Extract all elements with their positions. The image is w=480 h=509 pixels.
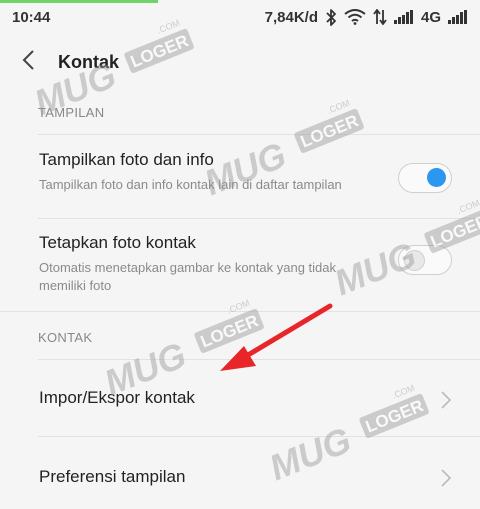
setting-title: Preferensi tampilan xyxy=(39,467,186,486)
section-divider xyxy=(0,311,480,312)
status-icons: 7,84K/d 4G xyxy=(265,9,468,26)
chevron-left-icon xyxy=(21,49,35,76)
wifi-icon xyxy=(344,9,366,25)
section-label-kontak: KONTAK xyxy=(38,330,93,345)
svg-text:.COM: .COM xyxy=(226,298,252,316)
setting-assign-photo[interactable]: Tetapkan foto kontak Otomatis menetapkan… xyxy=(0,219,480,299)
network-type: 4G xyxy=(420,8,441,26)
toggle-assign-photo[interactable] xyxy=(398,245,452,275)
network-speed: 7,84K/d xyxy=(264,8,318,26)
setting-subtitle: Otomatis menetapkan gambar ke kontak yan… xyxy=(39,260,336,293)
chevron-right-icon xyxy=(440,468,452,488)
toggle-show-photo-info[interactable] xyxy=(398,163,452,193)
status-bar: 10:44 7,84K/d 4G xyxy=(0,0,480,34)
setting-display-preferences[interactable]: Preferensi tampilan xyxy=(0,437,480,509)
setting-title: Tetapkan foto kontak xyxy=(39,233,196,252)
header: Kontak xyxy=(0,34,480,90)
setting-title: Impor/Ekspor kontak xyxy=(39,388,195,407)
setting-show-photo-info[interactable]: Tampilkan foto dan info Tampilkan foto d… xyxy=(0,136,480,218)
divider xyxy=(38,134,480,135)
status-time: 10:44 xyxy=(12,8,51,26)
section-label-tampilan: TAMPILAN xyxy=(38,105,105,120)
data-arrows-icon xyxy=(373,9,387,25)
setting-title: Tampilkan foto dan info xyxy=(39,150,214,169)
svg-text:.COM: .COM xyxy=(326,98,352,116)
signal-icon xyxy=(448,10,468,24)
back-button[interactable] xyxy=(0,34,56,90)
toggle-knob xyxy=(404,250,425,271)
toggle-knob xyxy=(427,168,446,187)
chevron-right-icon xyxy=(440,390,452,410)
setting-subtitle: Tampilkan foto dan info kontak lain di d… xyxy=(39,177,342,192)
signal-icon xyxy=(393,10,414,24)
bluetooth-icon xyxy=(325,8,337,26)
svg-text:LOGER: LOGER xyxy=(198,311,261,351)
page-title: Kontak xyxy=(58,51,120,72)
setting-import-export[interactable]: Impor/Ekspor kontak xyxy=(0,360,480,436)
